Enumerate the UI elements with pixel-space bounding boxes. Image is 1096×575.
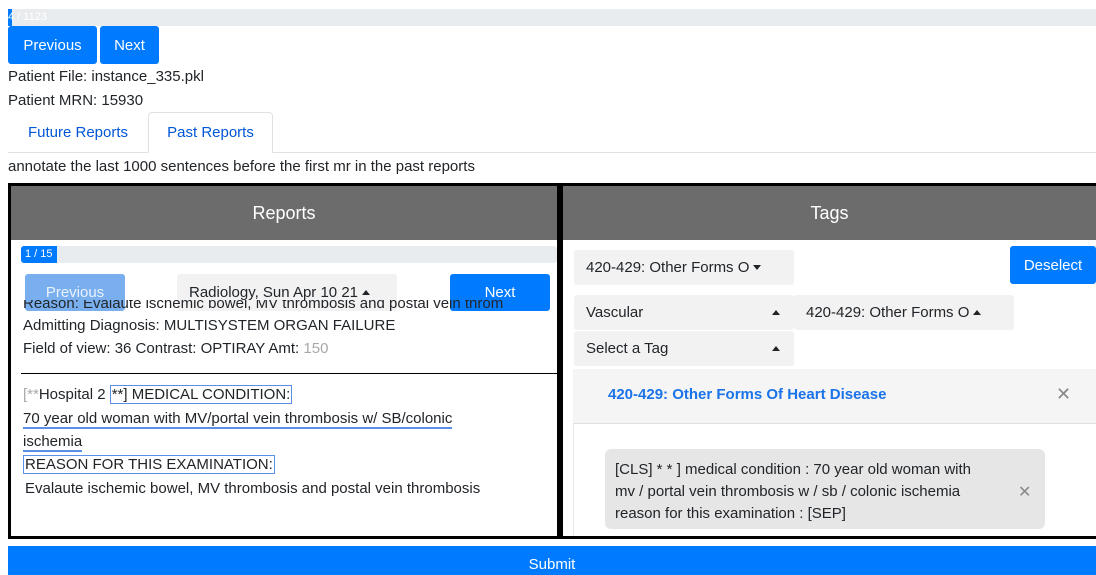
- tagged-sentence-chip[interactable]: [CLS] * * ] medical condition : 70 year …: [605, 449, 1045, 529]
- submit-button[interactable]: Submit: [8, 546, 1096, 575]
- report-line-evaluate: Evalaute ischemic bowel, MV thrombosis a…: [25, 480, 481, 497]
- overall-progress-bar: 4 / 1123: [8, 9, 1096, 26]
- overall-progress-label: 4 / 1123: [8, 11, 47, 23]
- group-dropdown-value: Vascular: [586, 304, 644, 321]
- report-select-value: Radiology, Sun Apr 10 21: [189, 284, 359, 301]
- report-progress-bar: 1 / 15: [21, 246, 557, 263]
- sentence-ischemia[interactable]: ischemia: [23, 433, 83, 452]
- hospital-text: Hospital 2: [38, 386, 110, 403]
- report-line-reason-exam: REASON FOR THIS EXAMINATION:: [23, 455, 275, 474]
- selected-tag-header[interactable]: 420-429: Other Forms Of Heart Disease ✕: [573, 369, 1096, 424]
- instruction-text: annotate the last 1000 sentences before …: [8, 158, 475, 175]
- patient-mrn: Patient MRN: 15930: [8, 92, 144, 109]
- subcategory-dropdown[interactable]: 420-429: Other Forms O: [794, 295, 1014, 330]
- select-tag-dropdown-value: Select a Tag: [586, 340, 669, 357]
- tags-header: Tags: [563, 186, 1096, 240]
- sentence-medical-condition[interactable]: **] MEDICAL CONDITION:: [109, 385, 293, 404]
- remove-icon[interactable]: ✕: [1018, 482, 1031, 504]
- report-text-area[interactable]: Reason: Evalaute ischemic bowel, MV thro…: [21, 300, 557, 536]
- report-line-field-of-view: Field of view: 36 Contrast: OPTIRAY Amt:…: [23, 340, 328, 358]
- caret-up-icon: [973, 310, 982, 315]
- previous-instance-button[interactable]: Previous: [8, 26, 97, 64]
- sentence-reason-exam[interactable]: REASON FOR THIS EXAMINATION:: [23, 455, 275, 474]
- report-line-hospital: [**Hospital 2 **] MEDICAL CONDITION:: [23, 385, 293, 404]
- reports-header: Reports: [11, 186, 557, 240]
- caret-up-icon: [772, 310, 780, 315]
- select-tag-dropdown[interactable]: Select a Tag: [574, 331, 794, 366]
- caret-up-icon: [362, 290, 371, 295]
- caret-down-icon: [753, 265, 762, 270]
- tab-future-reports[interactable]: Future Reports: [12, 112, 144, 153]
- category-dropdown[interactable]: 420-429: Other Forms O: [574, 250, 794, 285]
- report-line-ischemia: ischemia: [23, 433, 83, 452]
- tagged-sentence-text: [CLS] * * ] medical condition : 70 year …: [615, 461, 972, 522]
- fov-text: Field of view: 36 Contrast: OPTIRAY Amt:: [23, 340, 304, 357]
- sentence-woman[interactable]: 70 year old woman with MV/portal vein th…: [23, 410, 453, 429]
- hospital-prefix: [**: [23, 386, 39, 403]
- close-icon[interactable]: ✕: [1056, 384, 1071, 405]
- subcategory-dropdown-value: 420-429: Other Forms O: [806, 304, 970, 321]
- report-line-admitting: Admitting Diagnosis: MULTISYSTEM ORGAN F…: [23, 317, 396, 334]
- patient-file: Patient File: instance_335.pkl: [8, 68, 204, 85]
- report-progress-label: 1 / 15: [25, 248, 53, 260]
- tags-panel: Tags 420-429: Other Forms O Deselect Vas…: [560, 183, 1096, 539]
- report-separator: [21, 373, 557, 374]
- report-line-reason: Reason: Evalaute ischemic bowel, MV thro…: [23, 300, 504, 312]
- reports-panel: Reports 1 / 15 Previous Radiology, Sun A…: [8, 183, 560, 539]
- category-dropdown-value: 420-429: Other Forms O: [586, 259, 750, 276]
- caret-up-icon: [772, 346, 780, 351]
- fov-amount: 150: [303, 340, 329, 357]
- selected-tag-title: 420-429: Other Forms Of Heart Disease: [608, 386, 887, 403]
- deselect-button[interactable]: Deselect: [1010, 246, 1096, 284]
- next-instance-button[interactable]: Next: [100, 26, 159, 64]
- tab-past-reports[interactable]: Past Reports: [148, 112, 273, 153]
- group-dropdown[interactable]: Vascular: [574, 295, 794, 330]
- report-line-woman: 70 year old woman with MV/portal vein th…: [23, 410, 453, 429]
